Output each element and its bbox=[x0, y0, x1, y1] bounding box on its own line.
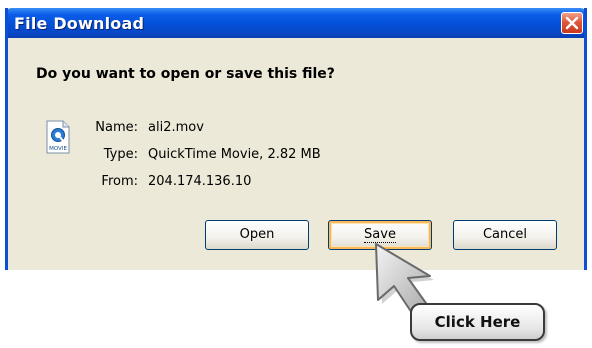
prompt-question: Do you want to open or save this file? bbox=[36, 66, 335, 82]
quicktime-movie-file-icon: MOVIE bbox=[46, 120, 70, 158]
close-x-icon bbox=[565, 16, 579, 30]
open-button[interactable]: Open bbox=[205, 220, 309, 250]
file-download-dialog: File Download Do you want to open or sav… bbox=[5, 8, 587, 270]
click-here-callout: Click Here bbox=[410, 303, 545, 341]
close-button[interactable] bbox=[561, 12, 583, 34]
type-label: Type: bbox=[103, 147, 138, 162]
file-icon-label: MOVIE bbox=[49, 146, 67, 152]
title-bar[interactable]: File Download bbox=[8, 8, 584, 38]
name-value: ali2.mov bbox=[148, 120, 204, 135]
from-label: From: bbox=[101, 174, 138, 189]
cancel-button[interactable]: Cancel bbox=[453, 220, 557, 250]
type-value: QuickTime Movie, 2.82 MB bbox=[148, 147, 321, 162]
window-title: File Download bbox=[14, 14, 145, 33]
from-value: 204.174.136.10 bbox=[148, 174, 252, 189]
name-label: Name: bbox=[95, 120, 138, 135]
